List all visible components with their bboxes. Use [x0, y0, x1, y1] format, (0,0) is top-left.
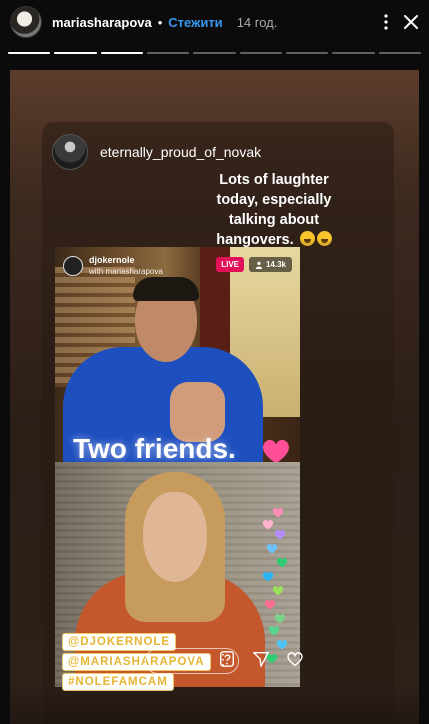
grinning-squinting-face-icon — [316, 231, 332, 246]
progress-segment — [146, 52, 190, 54]
send-icon[interactable] — [252, 650, 270, 668]
floating-heart-icon — [276, 640, 288, 650]
progress-segment — [285, 52, 329, 54]
story-viewer: mariasharapova • Стежити 14 год. eternal… — [0, 0, 429, 724]
caption-line: talking about — [228, 212, 320, 228]
caption-line: hangovers. — [216, 232, 294, 248]
close-icon[interactable] — [403, 14, 419, 30]
live-screenshot: djokernole with mariasharapova LIVE 14.3… — [55, 247, 300, 687]
person-top-hair — [133, 277, 199, 301]
progress-segment — [332, 52, 375, 54]
floating-heart-icon — [266, 544, 278, 554]
viewer-count: 14.3k — [248, 257, 292, 272]
author-username[interactable]: mariasharapova — [52, 15, 152, 30]
viewer-count-value: 14.3k — [265, 260, 286, 269]
more-vertical-icon[interactable] — [383, 13, 389, 31]
live-top-video: djokernole with mariasharapova LIVE 14.3… — [55, 247, 300, 467]
floating-heart-icon — [264, 600, 276, 610]
header-actions — [383, 13, 419, 31]
posted-time: 14 год. — [236, 14, 278, 30]
like-icon[interactable] — [286, 650, 304, 668]
floating-heart-icon — [274, 530, 286, 540]
progress-segment — [378, 52, 421, 54]
floating-heart-icon — [274, 614, 286, 624]
progress-segment — [8, 52, 51, 54]
story-progress — [8, 52, 421, 54]
overlay-title: Two friends. — [73, 433, 236, 464]
floating-heart-icon — [268, 626, 280, 636]
caption-line: Lots of laughter — [219, 172, 329, 188]
story-header: mariasharapova • Стежити 14 год. — [10, 6, 419, 38]
floating-heart-icon — [272, 586, 284, 596]
person-bottom-face — [143, 492, 207, 582]
live-badge: LIVE — [216, 257, 244, 272]
hashtag-tag[interactable]: #NOLEFAMCAM — [62, 673, 174, 691]
floating-heart-icon — [276, 558, 288, 568]
live-host: djokernole with mariasharapova — [63, 255, 163, 277]
caption-line: today, especially — [216, 192, 332, 208]
live-host-avatar — [63, 256, 83, 276]
repost-caption: Lots of laughter today, especially talki… — [194, 170, 354, 250]
heart-icon — [263, 439, 289, 464]
question-icon[interactable] — [218, 650, 236, 668]
floating-heart-icon — [262, 520, 274, 530]
repost-account[interactable]: eternally_proud_of_novak — [100, 144, 261, 160]
progress-segment-fill — [8, 52, 51, 54]
progress-segment-fill — [100, 52, 143, 54]
eye-icon — [255, 261, 263, 269]
floating-heart-icon — [272, 508, 284, 518]
live-host-name: djokernole — [89, 255, 135, 265]
repost-avatar[interactable] — [52, 134, 88, 170]
reposted-post-header: eternally_proud_of_novak — [52, 134, 261, 170]
progress-segment-fill — [54, 52, 97, 54]
grinning-squinting-face-icon — [299, 231, 315, 246]
story-content[interactable]: eternally_proud_of_novak Lots of laughte… — [10, 70, 419, 724]
follow-button[interactable]: Стежити — [168, 15, 222, 30]
author-avatar[interactable] — [10, 6, 42, 38]
progress-segment — [54, 52, 97, 54]
live-host-text: djokernole with mariasharapova — [89, 255, 163, 277]
header-separator: • — [157, 14, 163, 30]
progress-segment — [193, 52, 236, 54]
progress-segment — [239, 52, 282, 54]
floating-heart-icon — [262, 572, 274, 582]
live-controls — [218, 650, 304, 668]
progress-segment — [100, 52, 143, 54]
live-host-subtitle: with mariasharapova — [89, 267, 163, 276]
